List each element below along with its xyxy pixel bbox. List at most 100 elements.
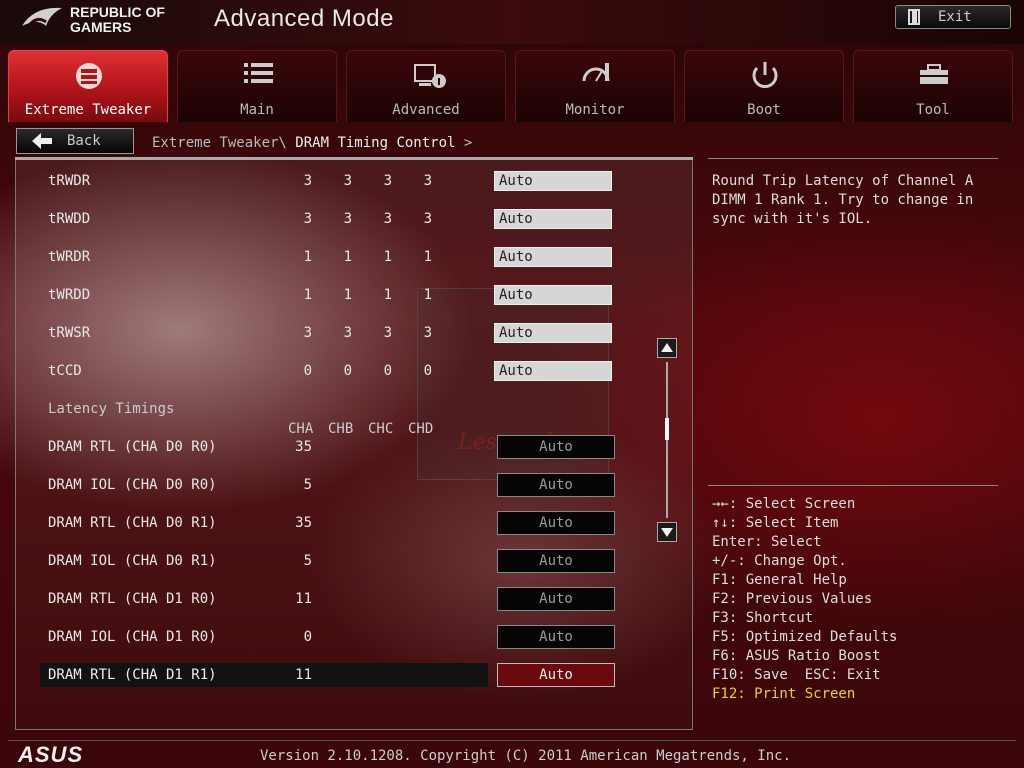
scrollbar-thumb[interactable] bbox=[665, 418, 669, 440]
setting-row[interactable]: tWRDR 1 1 1 1 Auto bbox=[40, 245, 616, 269]
setting-input[interactable]: Auto bbox=[497, 549, 615, 573]
setting-row[interactable]: tCCD 0 0 0 0 Auto bbox=[40, 359, 616, 383]
key-f3: F3: Shortcut bbox=[712, 610, 814, 626]
brand-line1: REPUBLIC OF bbox=[70, 4, 165, 20]
setting-name: DRAM RTL (CHA D0 R1) bbox=[48, 515, 217, 531]
setting-row[interactable]: DRAM RTL (CHA D0 R1) 35 Auto bbox=[40, 511, 616, 535]
chc-value: 3 bbox=[383, 211, 392, 227]
list-icon bbox=[244, 63, 273, 83]
setting-input[interactable]: Auto bbox=[497, 663, 615, 687]
panel-divider bbox=[15, 157, 693, 160]
chc-value: 0 bbox=[383, 363, 392, 379]
setting-name: tCCD bbox=[48, 363, 82, 379]
breadcrumb-prefix: Extreme Tweaker\ bbox=[152, 135, 296, 151]
setting-name: tRWSR bbox=[48, 325, 91, 341]
setting-input[interactable]: Auto bbox=[497, 625, 615, 649]
tab-boot[interactable]: Boot bbox=[684, 50, 844, 122]
key-legend: →←: Select Screen ↑↓: Select Item Enter:… bbox=[712, 495, 897, 704]
key-f12: F12: Print Screen bbox=[712, 686, 856, 702]
chc-value: 1 bbox=[383, 287, 392, 303]
setting-input[interactable]: Auto bbox=[494, 209, 612, 229]
tab-label: Boot bbox=[747, 102, 781, 118]
key-f5: F5: Optimized Defaults bbox=[712, 629, 898, 645]
back-arrow-icon bbox=[32, 133, 52, 149]
setting-row[interactable]: DRAM IOL (CHA D0 R0) 5 Auto bbox=[40, 473, 616, 497]
setting-name: DRAM RTL (CHA D0 R0) bbox=[48, 439, 217, 455]
setting-input[interactable]: Auto bbox=[494, 285, 612, 305]
rog-brand: REPUBLIC OF GAMERS bbox=[70, 5, 165, 35]
exit-label: Exit bbox=[938, 9, 972, 25]
tab-label: Main bbox=[240, 102, 274, 118]
arrow-up-icon bbox=[661, 343, 673, 352]
setting-input[interactable]: Auto bbox=[497, 473, 615, 497]
header-bar: REPUBLIC OF GAMERS Advanced Mode Exit bbox=[0, 0, 1024, 44]
setting-name: DRAM IOL (CHA D1 R0) bbox=[48, 629, 217, 645]
brand-line2: GAMERS bbox=[70, 19, 132, 35]
chb-value: 1 bbox=[343, 249, 352, 265]
exit-door-icon bbox=[908, 9, 920, 25]
tab-monitor[interactable]: Monitor bbox=[515, 50, 675, 122]
setting-name: DRAM IOL (CHA D0 R1) bbox=[48, 553, 217, 569]
scroll-up-button[interactable] bbox=[657, 338, 677, 358]
tab-extreme-tweaker[interactable]: Extreme Tweaker bbox=[8, 50, 168, 122]
setting-input[interactable]: Auto bbox=[494, 361, 612, 381]
setting-name: tRWDD bbox=[48, 211, 91, 227]
cha-value: 35 bbox=[295, 515, 312, 531]
cha-value: 1 bbox=[303, 287, 312, 303]
tab-label: Monitor bbox=[565, 102, 625, 118]
power-icon bbox=[752, 62, 778, 88]
setting-row[interactable]: DRAM IOL (CHA D1 R0) 0 Auto bbox=[40, 625, 616, 649]
exit-button[interactable]: Exit bbox=[895, 5, 1011, 29]
main-tabs: Extreme Tweaker Main Advanced Monitor Bo… bbox=[8, 50, 1016, 122]
arrow-down-icon bbox=[661, 528, 673, 537]
setting-name: tWRDD bbox=[48, 287, 91, 303]
cha-value: 11 bbox=[295, 667, 312, 683]
breadcrumb-bar: Back Extreme Tweaker\ DRAM Timing Contro… bbox=[8, 124, 1016, 158]
chd-value: 1 bbox=[423, 249, 432, 265]
tab-main[interactable]: Main bbox=[177, 50, 337, 122]
chd-value: 3 bbox=[423, 211, 432, 227]
setting-row-selected[interactable]: DRAM RTL (CHA D1 R1) 11 Auto bbox=[40, 663, 615, 687]
help-divider-bottom bbox=[708, 485, 998, 486]
setting-row[interactable]: tRWDR 3 3 3 3 Auto bbox=[40, 169, 616, 193]
cha-value: 5 bbox=[303, 477, 312, 493]
tab-tool[interactable]: Tool bbox=[853, 50, 1013, 122]
scrollbar-track[interactable] bbox=[666, 362, 668, 518]
setting-row[interactable]: tRWDD 3 3 3 3 Auto bbox=[40, 207, 616, 231]
asus-logo: ASUS bbox=[18, 742, 84, 767]
setting-input[interactable]: Auto bbox=[494, 171, 612, 191]
key-f1: F1: General Help bbox=[712, 572, 847, 588]
chc-value: 3 bbox=[383, 325, 392, 341]
chb-value: 3 bbox=[343, 173, 352, 189]
advanced-icon bbox=[414, 64, 446, 88]
setting-input[interactable]: Auto bbox=[497, 511, 615, 535]
cha-value: 0 bbox=[303, 629, 312, 645]
setting-name: DRAM RTL (CHA D1 R1) bbox=[48, 667, 217, 683]
setting-row[interactable]: DRAM RTL (CHA D1 R0) 11 Auto bbox=[40, 587, 616, 611]
key-f10-esc: F10: Save ESC: Exit bbox=[712, 667, 881, 683]
tab-advanced[interactable]: Advanced bbox=[346, 50, 506, 122]
setting-input[interactable]: Auto bbox=[494, 323, 612, 343]
setting-input[interactable]: Auto bbox=[497, 587, 615, 611]
breadcrumb-suffix: > bbox=[455, 135, 473, 151]
tab-label: Advanced bbox=[392, 102, 460, 118]
chc-value: 3 bbox=[383, 173, 392, 189]
cha-value: 3 bbox=[303, 211, 312, 227]
setting-name: DRAM RTL (CHA D1 R0) bbox=[48, 591, 217, 607]
setting-name: tRWDR bbox=[48, 173, 91, 189]
setting-input[interactable]: Auto bbox=[494, 247, 612, 267]
setting-row[interactable]: DRAM IOL (CHA D0 R1) 5 Auto bbox=[40, 549, 616, 573]
cha-value: 0 bbox=[303, 363, 312, 379]
setting-row[interactable]: tWRDD 1 1 1 1 Auto bbox=[40, 283, 616, 307]
setting-row[interactable]: tRWSR 3 3 3 3 Auto bbox=[40, 321, 616, 345]
setting-row[interactable]: DRAM RTL (CHA D0 R0) 35 Auto bbox=[40, 435, 616, 459]
key-select-item: ↑↓: Select Item bbox=[712, 515, 839, 531]
cha-value: 1 bbox=[303, 249, 312, 265]
setting-input[interactable]: Auto bbox=[497, 435, 615, 459]
chd-value: 1 bbox=[423, 287, 432, 303]
help-description: Round Trip Latency of Channel A DIMM 1 R… bbox=[712, 173, 974, 227]
chd-value: 3 bbox=[423, 325, 432, 341]
scroll-down-button[interactable] bbox=[657, 522, 677, 542]
back-label: Back bbox=[67, 133, 101, 149]
back-button[interactable]: Back bbox=[16, 128, 134, 154]
